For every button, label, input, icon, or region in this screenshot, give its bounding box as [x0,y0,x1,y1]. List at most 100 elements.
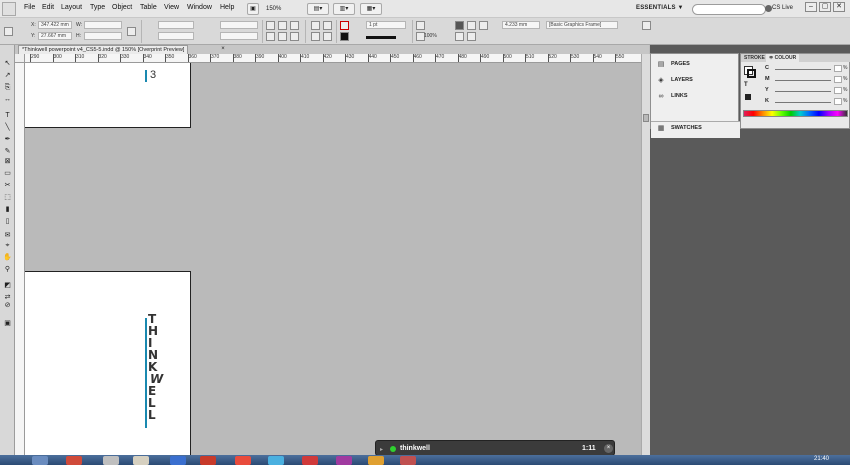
taskbar-app-icon[interactable] [200,456,216,465]
page-tool[interactable]: ⎘ [2,83,13,93]
magenta-track[interactable] [775,80,831,81]
align-top-icon[interactable] [311,21,320,30]
horizontal-ruler[interactable]: 290 300 310 320 330 340 350 360 370 380 390 400 410 4… [25,54,641,63]
flip-horizontal-icon[interactable] [266,32,275,41]
line-tool[interactable]: ╲ [2,123,13,133]
minimize-button[interactable]: – [805,2,817,12]
document-canvas[interactable]: 3 T H I N K W E L L [25,63,641,455]
shear-field[interactable] [220,32,258,40]
black-value[interactable] [834,98,842,105]
menu-file[interactable]: File [24,4,35,11]
links-panel-button[interactable]: ∞ LINKS [651,90,739,104]
colour-spectrum-ramp[interactable] [743,110,848,117]
black-slider[interactable]: K % [759,98,849,106]
yellow-slider[interactable]: Y % [759,87,849,95]
collapse-arrow-icon[interactable]: ▸ [380,446,383,453]
video-player-bar[interactable]: ▸ thinkwell 1:11 × [375,440,615,456]
type-tool[interactable]: T [2,111,13,121]
menu-help[interactable]: Help [220,4,234,11]
selection-tool[interactable]: ↖ [2,59,13,69]
select-content-icon[interactable] [290,32,299,41]
taskbar-app-icon[interactable] [336,456,352,465]
cyan-track[interactable] [775,69,831,70]
stroke-width-field[interactable]: 4.233 mm [502,21,540,29]
swatches-panel-button[interactable]: ▦ SWATCHES [651,121,740,138]
view-options-button[interactable]: ▤▾ [307,3,329,15]
stroke-swatch-icon[interactable] [340,32,349,41]
direct-selection-tool[interactable]: ↗ [2,71,13,81]
page-number[interactable]: 3 [150,69,156,81]
rectangle-tool[interactable]: ▭ [2,169,13,179]
apply-none[interactable]: ⊘ [2,301,13,311]
menu-layout[interactable]: Layout [61,4,82,11]
stroke-weight-field[interactable]: 1 pt [366,21,406,29]
menu-edit[interactable]: Edit [42,4,54,11]
tab-stroke[interactable]: STROKE [741,54,768,62]
yellow-value[interactable] [834,87,842,94]
taskbar-app-icon[interactable] [103,456,119,465]
pen-tool[interactable]: ✒ [2,135,13,145]
eyedropper-tool[interactable]: ⌖ [2,241,13,251]
free-transform-tool[interactable]: ⬚ [2,193,13,203]
scissors-tool[interactable]: ✂ [2,181,13,191]
gradient-feather-tool[interactable]: ▯ [2,217,13,227]
vertical-ruler[interactable] [15,63,25,455]
constrain-proportions-icon[interactable] [127,27,136,36]
taskbar-app-icon[interactable] [368,456,384,465]
page-bottom[interactable]: T H I N K W E L L [25,271,191,455]
gap-tool[interactable]: ↔ [2,95,13,105]
rectangle-frame-tool[interactable]: ⊠ [2,157,13,167]
fill-swatch-icon[interactable] [340,21,349,30]
wrap-bounding-icon[interactable] [467,21,476,30]
opacity-field[interactable]: 100% [424,33,437,39]
hand-tool[interactable]: ✋ [2,253,13,263]
close-tab-icon[interactable]: × [220,46,226,52]
magenta-value[interactable] [834,76,842,83]
distribute-icon[interactable] [311,32,320,41]
maximize-button[interactable]: ▢ [819,2,831,12]
gradient-tool[interactable]: ▮ [2,205,13,215]
zoom-level-field[interactable]: 150% [266,4,298,15]
text-color-icon[interactable]: T [744,82,748,88]
screen-mode-button[interactable]: ▥▾ [333,3,355,15]
taskbar-app-icon[interactable] [133,456,149,465]
reference-point-icon[interactable] [4,27,13,36]
taskbar-app-icon[interactable] [66,456,82,465]
rotation-field[interactable] [220,21,258,29]
wrap-none-icon[interactable] [455,21,464,30]
layers-panel-button[interactable]: ◈ LAYERS [651,74,739,88]
yellow-track[interactable] [775,91,831,92]
auto-fit-icon[interactable] [467,32,476,41]
rotate-cw-icon[interactable] [266,21,275,30]
start-button-icon[interactable] [32,456,48,465]
object-style-dropdown[interactable]: [Basic Graphics Frame] [546,21,618,29]
distribute-spacing-icon[interactable] [323,32,332,41]
tab-colour[interactable]: ≑ COLOUR [766,54,800,62]
w-field[interactable] [84,21,122,29]
rotate-ccw-icon[interactable] [278,21,287,30]
page-top[interactable]: 3 [25,63,191,128]
search-input[interactable] [692,4,766,15]
menu-table[interactable]: Table [140,4,157,11]
panel-menu-icon[interactable] [642,21,651,30]
menu-window[interactable]: Window [187,4,212,11]
stroke-swatch[interactable] [747,69,756,78]
scale-y-field[interactable] [158,32,194,40]
workspace-switcher[interactable]: ESSENTIALS ▼ [636,5,684,11]
cyan-slider[interactable]: C % [759,65,849,73]
close-icon[interactable]: × [604,444,613,453]
cs-live-button[interactable]: CS Live [772,5,793,11]
stroke-type-preview[interactable] [366,36,396,39]
scale-x-field[interactable] [158,21,194,29]
view-mode[interactable]: ▣ [2,319,13,329]
vertical-scrollbar[interactable] [641,54,650,455]
arrange-documents-button[interactable]: ▦▾ [360,3,382,15]
magenta-slider[interactable]: M % [759,76,849,84]
ruler-origin[interactable] [15,54,25,63]
taskbar-app-icon[interactable] [302,456,318,465]
scroll-thumb[interactable] [643,114,649,122]
bridge-button[interactable]: ▣ [247,3,259,15]
flip-vertical-icon[interactable] [278,32,287,41]
select-container-icon[interactable] [290,21,299,30]
pages-panel-button[interactable]: ▤ PAGES [651,58,739,72]
